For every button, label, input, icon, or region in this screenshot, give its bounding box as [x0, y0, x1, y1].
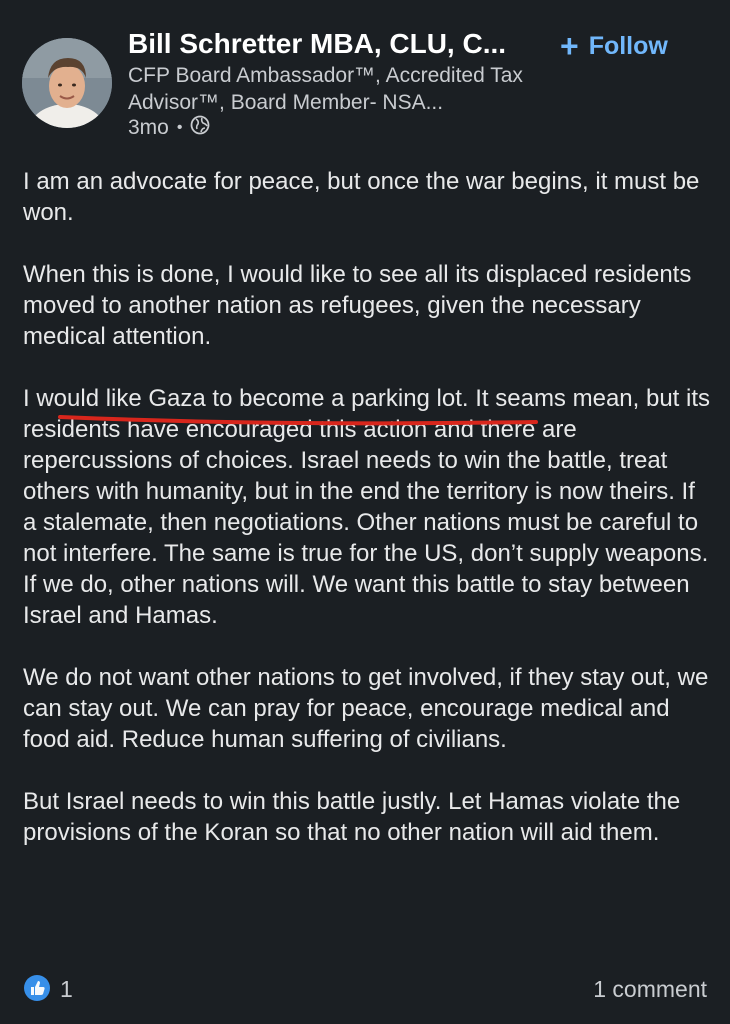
- post-meta: 3mo •: [128, 115, 210, 141]
- post-header: Bill Schretter MBA, CLU, C... CFP Board …: [0, 0, 730, 150]
- follow-button[interactable]: + Follow: [560, 28, 668, 64]
- author-headline: CFP Board Ambassador™, Accredited Tax Ad…: [128, 64, 523, 114]
- avatar-photo: [22, 38, 112, 128]
- post-paragraph: I am an advocate for peace, but once the…: [23, 168, 700, 226]
- post-time: 3mo: [128, 116, 169, 139]
- avatar[interactable]: [22, 38, 112, 128]
- comments-count[interactable]: 1 comment: [593, 976, 707, 1003]
- post-paragraph: I would like Gaza to become a parking lo…: [23, 385, 710, 629]
- post-paragraph: When this is done, I would like to see a…: [23, 261, 692, 350]
- engagement-bar: 1 1 comment: [0, 966, 730, 1012]
- author-name[interactable]: Bill Schretter MBA, CLU, C...: [128, 28, 506, 60]
- follow-label: Follow: [588, 31, 668, 60]
- globe-icon: [190, 115, 210, 141]
- plus-icon: +: [560, 28, 579, 64]
- post-paragraph: We do not want other nations to get invo…: [23, 664, 709, 753]
- meta-separator: •: [176, 119, 183, 136]
- like-icon[interactable]: [23, 974, 51, 1002]
- reaction-count[interactable]: 1: [60, 976, 73, 1003]
- post-text: I am an advocate for peace, but once the…: [23, 166, 713, 879]
- post-paragraph: But Israel needs to win this battle just…: [23, 788, 681, 846]
